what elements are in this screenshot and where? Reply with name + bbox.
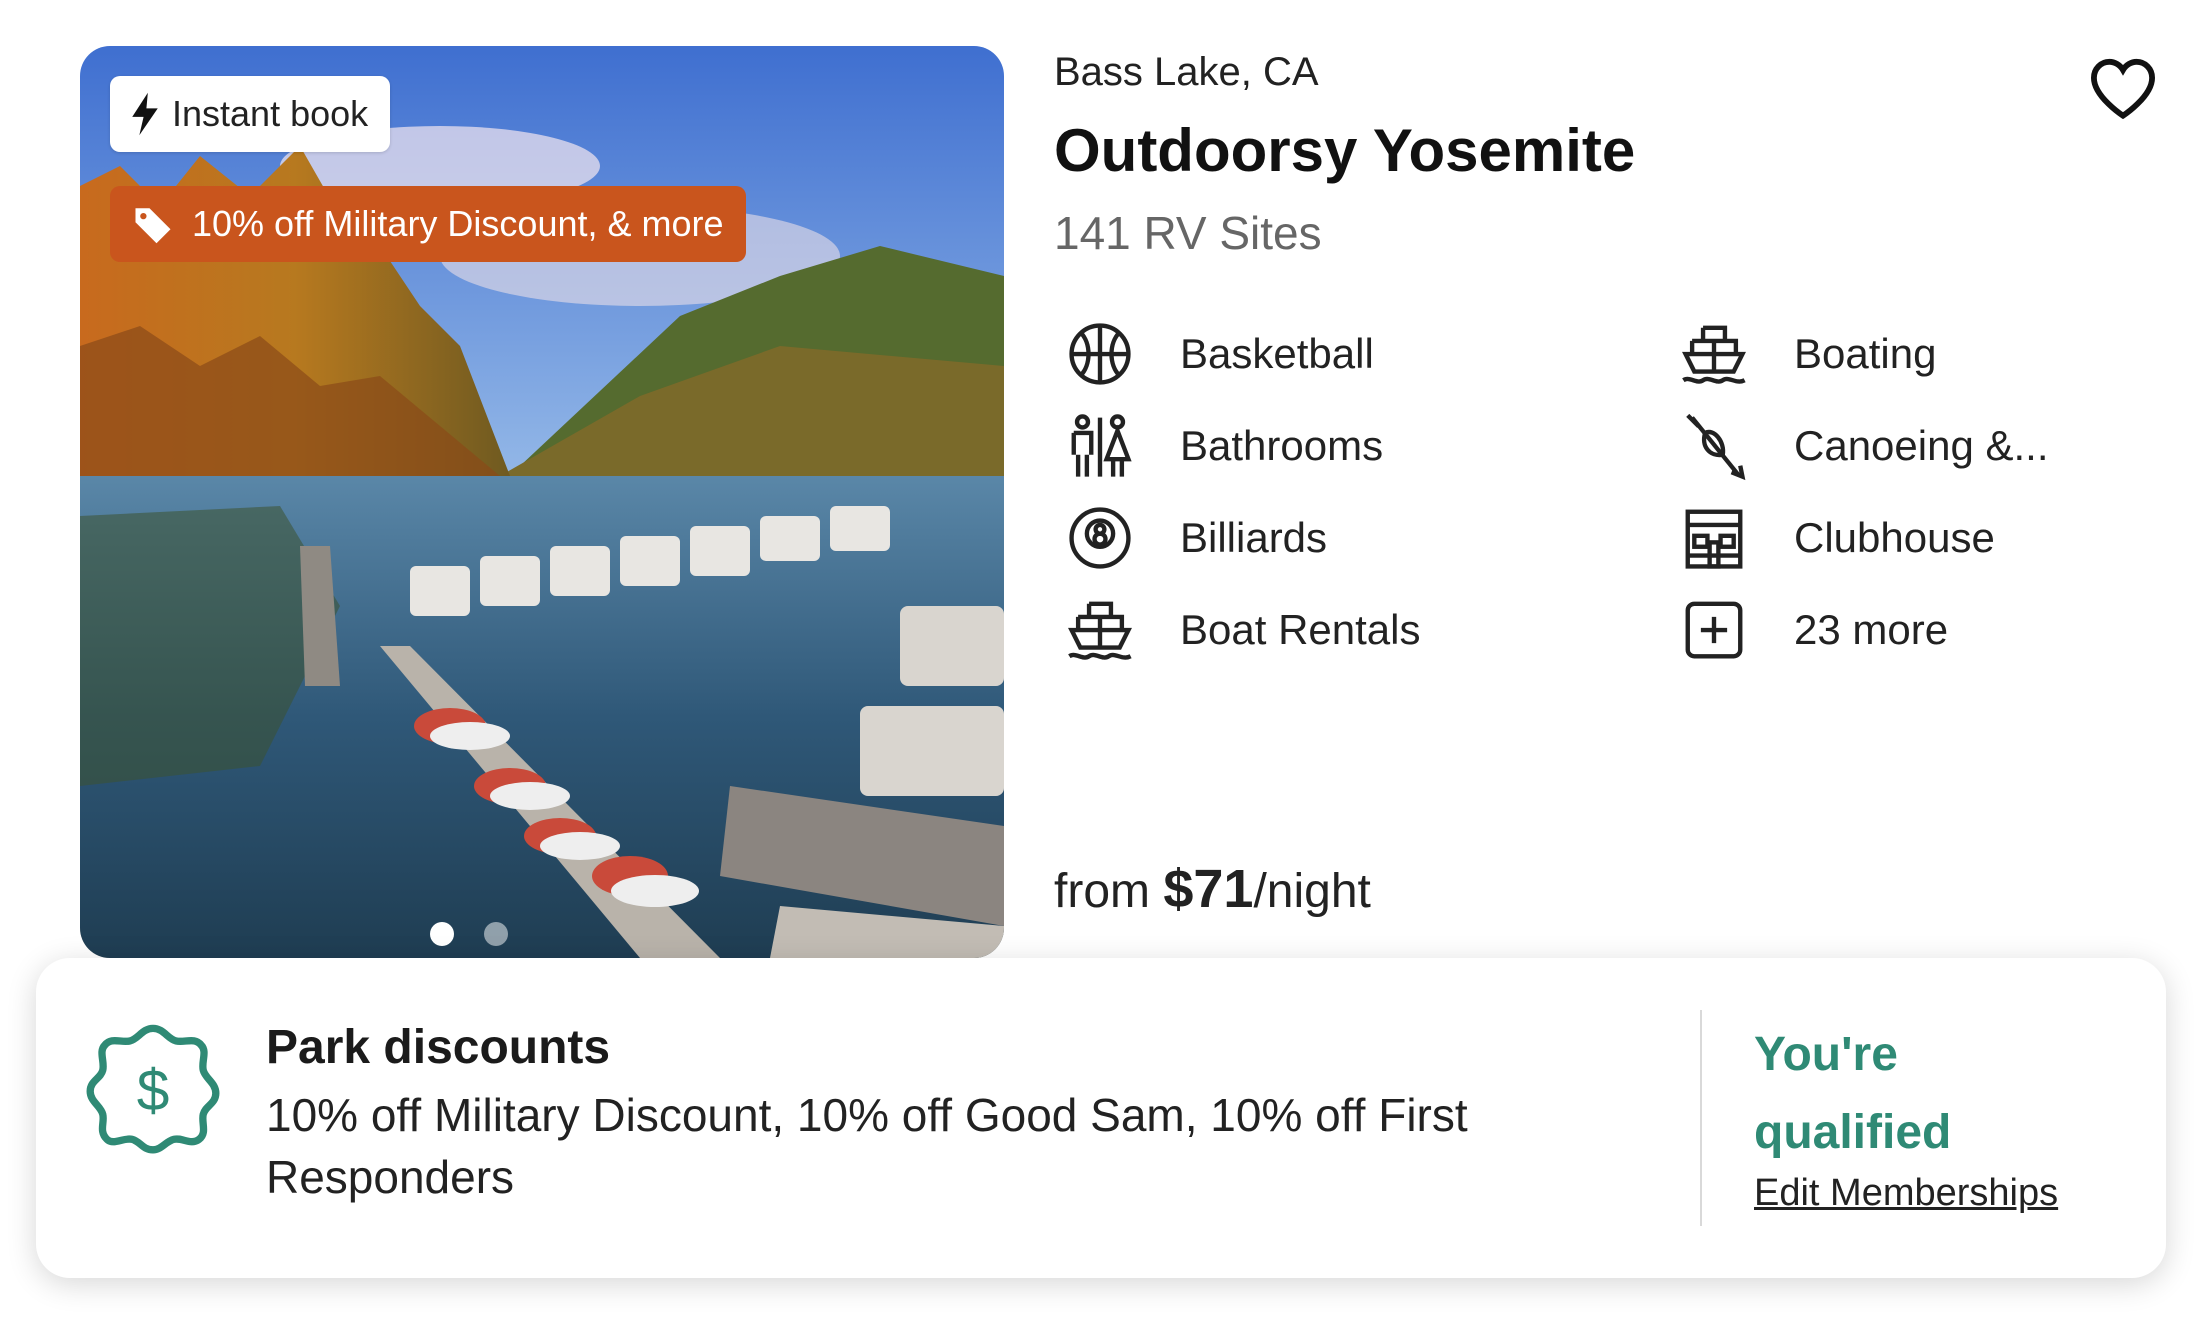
price-suffix: /night	[1253, 865, 1371, 918]
edit-memberships-link[interactable]: Edit Memberships	[1754, 1172, 2058, 1215]
more-amenities-label[interactable]: 23 more	[1794, 606, 1948, 654]
lake-marina-image	[80, 46, 1004, 958]
listing-location: Bass Lake, CA	[1054, 50, 1319, 94]
carousel-dot[interactable]	[484, 922, 508, 946]
canoe-icon	[1676, 408, 1752, 484]
plus-box-icon	[1676, 592, 1752, 668]
campground-listing-card[interactable]: Instant book 10% off Military Discount, …	[0, 0, 2212, 1340]
carousel-dots[interactable]	[430, 922, 508, 946]
clubhouse-icon	[1676, 500, 1752, 576]
amenity-label: Canoeing &...	[1794, 422, 2049, 469]
instant-book-badge: Instant book	[110, 76, 391, 152]
nightly-price: from $71/night	[1054, 858, 1371, 920]
lightning-icon	[132, 92, 158, 136]
boat-icon	[1062, 592, 1138, 668]
listing-title[interactable]: Outdoorsy Yosemite	[1054, 116, 1635, 185]
amenity-label: Boating	[1794, 330, 1937, 377]
amenity-basketball: Basketball	[1062, 314, 1374, 394]
amenity-label: Boat Rentals	[1180, 606, 1421, 653]
discount-seal-icon: $	[86, 1024, 220, 1154]
carousel-dot-active[interactable]	[430, 922, 454, 946]
favorite-heart-icon[interactable]	[2088, 56, 2158, 120]
amenity-label: Basketball	[1180, 330, 1374, 377]
park-discounts-panel: $ Park discounts 10% off Military Discou…	[36, 958, 2166, 1278]
amenity-canoeing: Canoeing &...	[1676, 406, 2049, 486]
site-count: 141 RV Sites	[1054, 207, 1322, 259]
boat-icon	[1676, 316, 1752, 392]
amenity-label: Bathrooms	[1180, 422, 1384, 469]
basketball-icon	[1062, 316, 1138, 392]
park-discounts-title: Park discounts	[266, 1021, 611, 1074]
listing-photo[interactable]: Instant book 10% off Military Discount, …	[80, 46, 1004, 958]
park-discounts-description: 10% off Military Discount, 10% off Good …	[266, 1089, 1468, 1203]
discount-badge: 10% off Military Discount, & more	[110, 186, 746, 262]
amenity-clubhouse: Clubhouse	[1676, 498, 1995, 578]
svg-text:$: $	[137, 1058, 170, 1123]
amenity-bathrooms: Bathrooms	[1062, 406, 1383, 486]
more-amenities-link[interactable]: 23 more	[1676, 590, 1948, 670]
tag-icon	[135, 208, 171, 244]
amenity-boat-rentals: Boat Rentals	[1062, 590, 1420, 670]
amenity-label: Billiards	[1180, 514, 1328, 561]
billiards-icon	[1062, 500, 1138, 576]
discount-badge-label: 10% off Military Discount, & more	[192, 203, 724, 244]
amenity-boating: Boating	[1676, 314, 1936, 394]
amenity-billiards: Billiards	[1062, 498, 1327, 578]
panel-divider	[1700, 1010, 1702, 1226]
qualified-status: You're qualified	[1754, 1028, 1952, 1159]
price-prefix: from	[1054, 865, 1164, 918]
price-amount: $71	[1163, 859, 1254, 919]
instant-book-label: Instant book	[172, 93, 369, 134]
amenity-label: Clubhouse	[1794, 514, 1995, 561]
bathrooms-icon	[1062, 408, 1138, 484]
